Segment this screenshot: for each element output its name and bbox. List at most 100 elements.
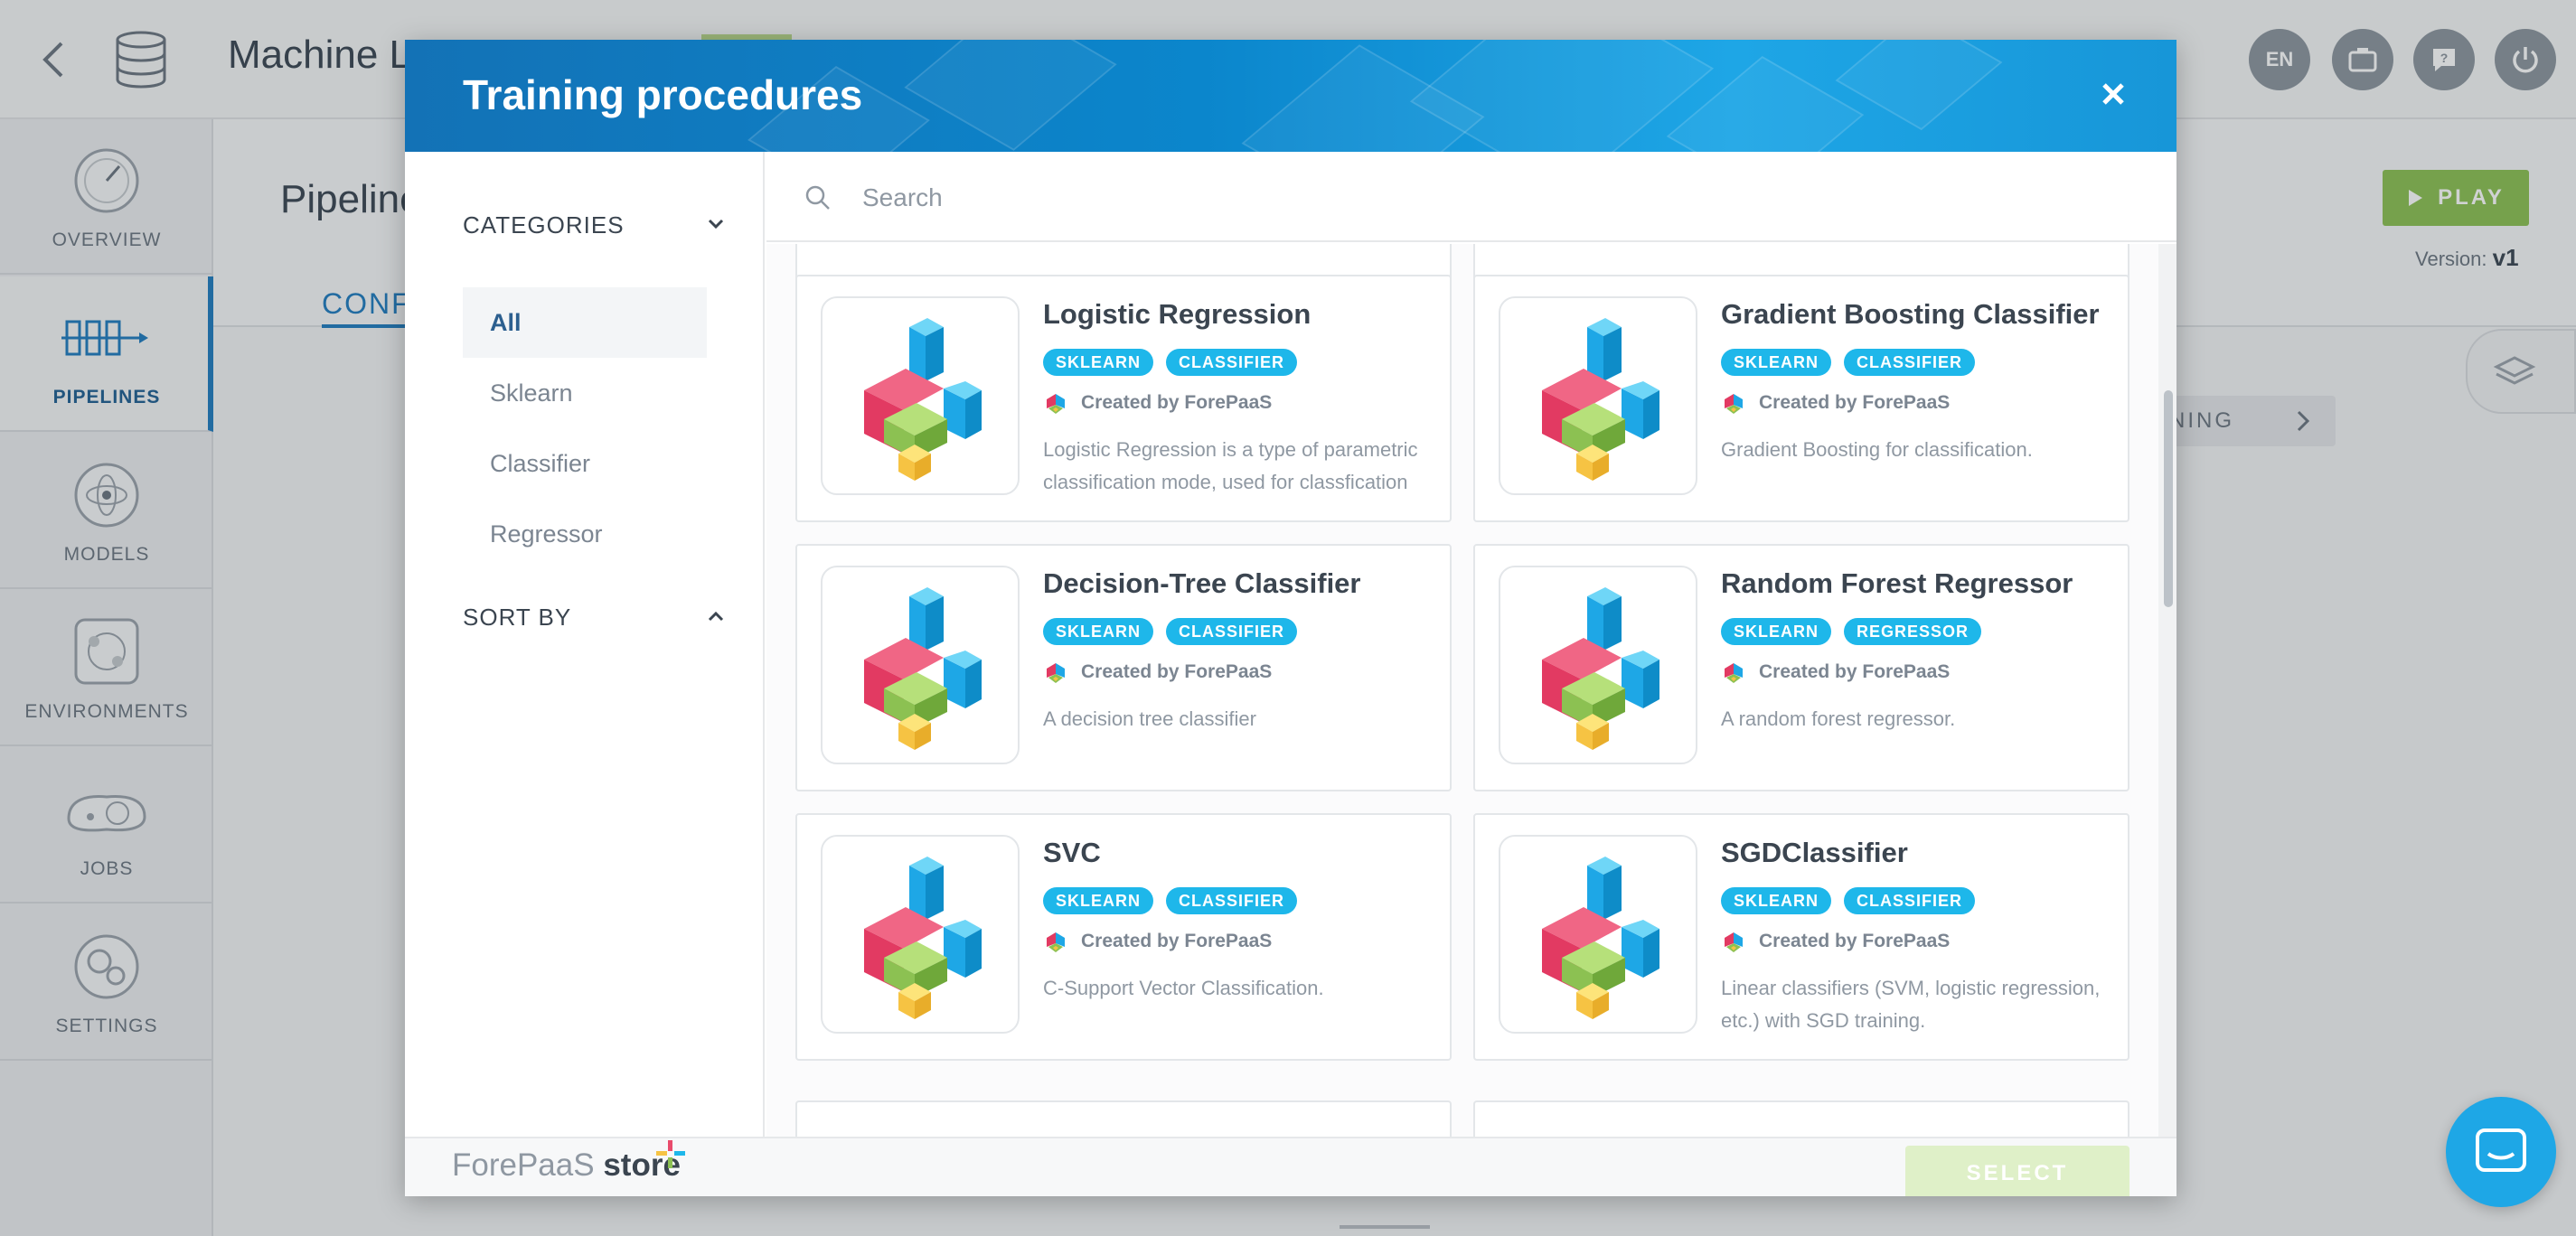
category-label: Classifier bbox=[490, 450, 591, 477]
chat-icon bbox=[2476, 1128, 2526, 1172]
procedure-thumbnail bbox=[821, 566, 1020, 764]
procedure-title: Gradient Boosting Classifier bbox=[1721, 298, 2100, 330]
procedure-description: A random forest regressor. bbox=[1721, 707, 1956, 730]
search-bar bbox=[766, 152, 2176, 242]
procedure-description: A decision tree classifier bbox=[1043, 707, 1256, 730]
procedure-logo-icon bbox=[1542, 857, 1659, 1019]
procedure-card[interactable]: Logistic Regression SKLEARN CLASSIFIER Crea… bbox=[795, 275, 1452, 522]
procedure-title: SVC bbox=[1043, 837, 1101, 868]
chevron-up-icon bbox=[708, 611, 724, 622]
author-info: Created by ForePaaS bbox=[1043, 660, 1272, 685]
procedure-title: Decision-Tree Classifier bbox=[1043, 567, 1361, 599]
tag-list: SKLEARN CLASSIFIER bbox=[1721, 349, 1976, 376]
close-button[interactable] bbox=[2095, 76, 2131, 112]
header-decoration bbox=[904, 40, 1117, 151]
procedure-list: Logistic Regression SKLEARN CLASSIFIER Crea… bbox=[766, 244, 2176, 1137]
sort-by-toggle[interactable]: SORT BY bbox=[463, 604, 725, 632]
modal-header: Training procedures bbox=[405, 40, 2176, 152]
procedure-title: SGDClassifier bbox=[1721, 837, 1908, 868]
author-label: Created by ForePaaS bbox=[1759, 392, 1951, 413]
author-info: Created by ForePaaS bbox=[1043, 390, 1272, 416]
author-info: Created by ForePaaS bbox=[1721, 390, 1950, 416]
sort-by-label: SORT BY bbox=[463, 604, 572, 631]
procedure-thumbnail bbox=[1499, 835, 1697, 1034]
forepaas-logo-icon bbox=[1725, 663, 1743, 683]
scrollbar-track[interactable] bbox=[2158, 244, 2176, 1137]
category-tag: CLASSIFIER bbox=[1844, 887, 1976, 914]
category-label: Sklearn bbox=[490, 379, 573, 407]
modal-footer: ForePaaS store SELECT bbox=[405, 1137, 2176, 1196]
procedure-thumbnail bbox=[1499, 566, 1697, 764]
select-button[interactable]: SELECT bbox=[1905, 1146, 2129, 1196]
procedure-thumbnail bbox=[821, 835, 1020, 1034]
filter-panel: CATEGORIES All Sklearn Classifier Regres… bbox=[405, 152, 765, 1137]
tag-list: SKLEARN REGRESSOR bbox=[1721, 618, 1982, 645]
procedure-logo-icon bbox=[864, 857, 982, 1019]
forepaas-logo-icon bbox=[1725, 394, 1743, 414]
tag-list: SKLEARN CLASSIFIER bbox=[1043, 349, 1298, 376]
procedure-description: Logistic Regression is a type of paramet… bbox=[1043, 438, 1418, 493]
author-label: Created by ForePaaS bbox=[1081, 931, 1273, 951]
forepaas-logo-icon bbox=[1047, 394, 1065, 414]
author-label: Created by ForePaaS bbox=[1759, 661, 1951, 682]
category-tag: CLASSIFIER bbox=[1166, 618, 1298, 645]
forepaas-store-logo: ForePaaS store bbox=[452, 1147, 681, 1184]
tag-list: SKLEARN CLASSIFIER bbox=[1043, 618, 1298, 645]
category-tag: SKLEARN bbox=[1043, 349, 1154, 376]
category-tag: SKLEARN bbox=[1043, 618, 1154, 645]
training-procedures-modal: Training procedures CATEGORIES All Sklea… bbox=[405, 40, 2176, 1196]
forepaas-logo-icon bbox=[1725, 932, 1743, 952]
procedure-card[interactable]: SGDClassifier SKLEARN CLASSIFIER Created by… bbox=[1473, 813, 2129, 1061]
tag-list: SKLEARN CLASSIFIER bbox=[1043, 887, 1298, 914]
categories-toggle[interactable]: CATEGORIES bbox=[463, 211, 725, 239]
procedure-title: Random Forest Regressor bbox=[1721, 567, 2073, 599]
procedure-logo-icon bbox=[864, 587, 982, 750]
author-info: Created by ForePaaS bbox=[1721, 660, 1950, 685]
category-tag: REGRESSOR bbox=[1844, 618, 1982, 645]
procedure-logo-icon bbox=[1542, 587, 1659, 750]
author-info: Created by ForePaaS bbox=[1043, 929, 1272, 954]
procedure-description: Gradient Boosting for classification. bbox=[1721, 438, 2033, 461]
forepaas-logo-icon bbox=[1047, 932, 1065, 952]
author-info: Created by ForePaaS bbox=[1721, 929, 1950, 954]
forepaas-logo-icon bbox=[1047, 663, 1065, 683]
category-tag: SKLEARN bbox=[1043, 887, 1154, 914]
category-label: Regressor bbox=[490, 520, 603, 548]
author-label: Created by ForePaaS bbox=[1759, 931, 1951, 951]
procedure-card[interactable]: Decision-Tree Classifier SKLEARN CLASSIFIE… bbox=[795, 544, 1452, 791]
procedure-card[interactable]: SVC SKLEARN CLASSIFIER Created by ForePaaS C… bbox=[795, 813, 1452, 1061]
close-icon bbox=[2102, 83, 2124, 105]
modal-title: Training procedures bbox=[463, 71, 863, 118]
category-tag: SKLEARN bbox=[1721, 349, 1832, 376]
procedure-title: Logistic Regression bbox=[1043, 298, 1312, 330]
category-tag: SKLEARN bbox=[1721, 618, 1832, 645]
category-label: All bbox=[490, 309, 522, 336]
procedure-thumbnail bbox=[1499, 296, 1697, 495]
category-tag: SKLEARN bbox=[1721, 887, 1832, 914]
procedure-logo-icon bbox=[1542, 318, 1659, 481]
store-brand: ForePaaS bbox=[452, 1147, 595, 1183]
procedure-card[interactable]: Gradient Boosting Classifier SKLEARN CLASS… bbox=[1473, 275, 2129, 522]
search-input[interactable] bbox=[862, 173, 2128, 222]
author-label: Created by ForePaaS bbox=[1081, 661, 1273, 682]
category-tag: CLASSIFIER bbox=[1166, 349, 1298, 376]
procedure-thumbnail bbox=[821, 296, 1020, 495]
procedure-description: Linear classifiers (SVM, logistic regres… bbox=[1721, 977, 2101, 1032]
scrollbar-thumb[interactable] bbox=[2164, 390, 2173, 607]
procedure-card-partial[interactable] bbox=[795, 1100, 1452, 1137]
procedure-card-partial[interactable] bbox=[1473, 1100, 2129, 1137]
category-classifier[interactable]: Classifier bbox=[463, 428, 707, 499]
sparkle-icon bbox=[656, 1140, 685, 1168]
category-tag: CLASSIFIER bbox=[1844, 349, 1976, 376]
procedure-card[interactable]: Random Forest Regressor SKLEARN REGRESSOR C… bbox=[1473, 544, 2129, 791]
category-all[interactable]: All bbox=[463, 287, 707, 358]
tag-list: SKLEARN CLASSIFIER bbox=[1721, 887, 1976, 914]
chevron-down-icon bbox=[708, 219, 724, 229]
category-regressor[interactable]: Regressor bbox=[463, 499, 707, 569]
author-label: Created by ForePaaS bbox=[1081, 392, 1273, 413]
procedure-description: C-Support Vector Classification. bbox=[1043, 977, 1324, 999]
search-icon bbox=[805, 185, 830, 210]
procedure-logo-icon bbox=[864, 318, 982, 481]
category-sklearn[interactable]: Sklearn bbox=[463, 358, 707, 428]
chat-button[interactable] bbox=[2446, 1097, 2556, 1207]
